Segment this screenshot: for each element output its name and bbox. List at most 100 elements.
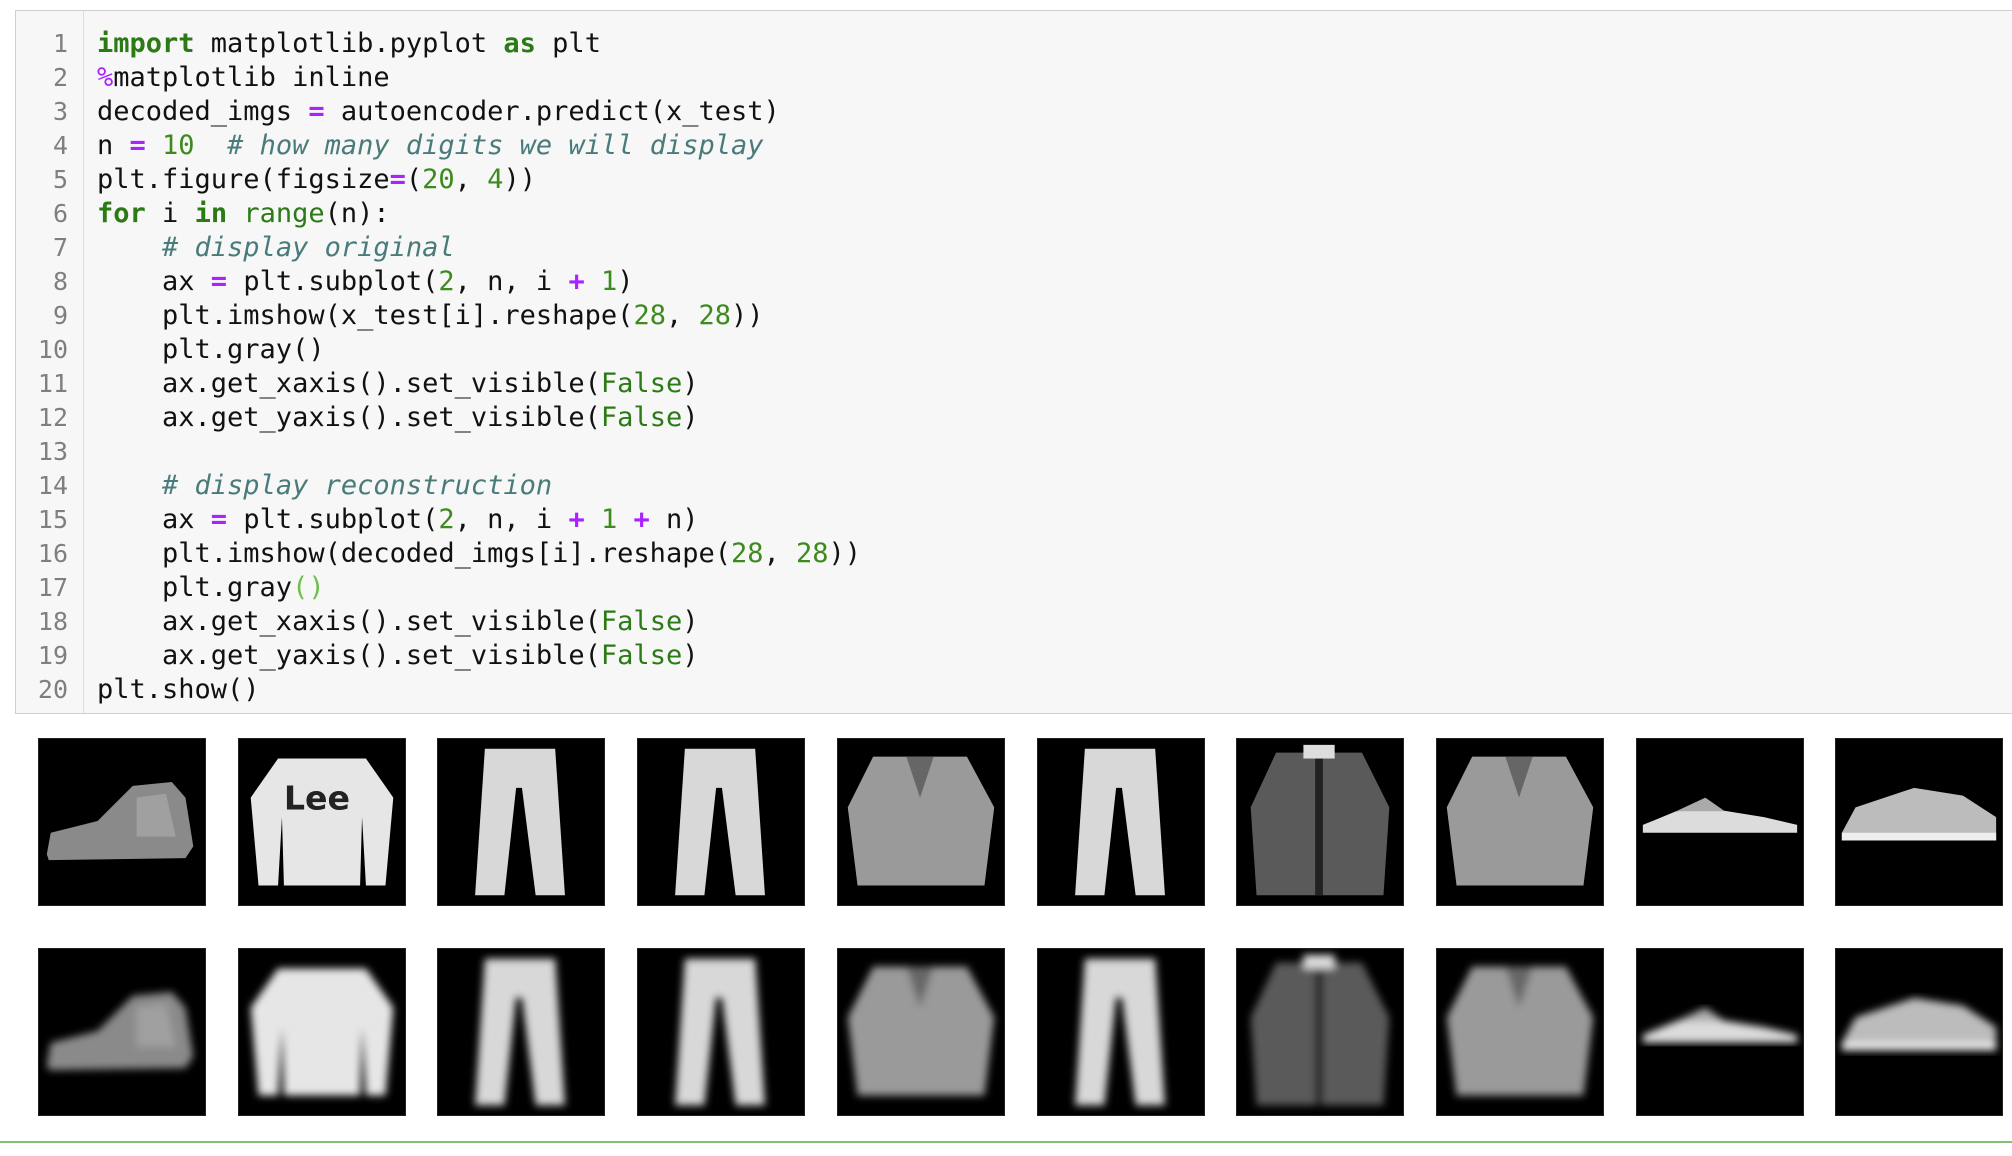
code-token: ): [682, 368, 699, 399]
line-number: 14: [37, 471, 68, 500]
original-image: [837, 738, 1005, 906]
original-image: Lee: [238, 738, 406, 906]
code-token: plt.figure(figsize: [97, 164, 390, 195]
code-token: plt.show(): [97, 674, 260, 705]
line-number: 15: [37, 505, 68, 534]
code-line: decoded_imgs = autoencoder.predict(x_tes…: [97, 95, 861, 129]
line-numbers: 1 2 3 4 5 6 7 8 9 10 11 12 13 14 15 16 17 18 19 20: [16, 27, 68, 707]
code-token: ax.get_xaxis().set_visible(: [97, 368, 601, 399]
line-number: 13: [37, 437, 68, 466]
code-token: +: [568, 266, 585, 297]
reconstructed-image: [1037, 948, 1205, 1116]
line-number: 11: [37, 369, 68, 398]
code-token: 20: [422, 164, 455, 195]
code-token: False: [600, 606, 683, 637]
code-line: ax.get_xaxis().set_visible(False): [97, 605, 861, 639]
code-token: plt.subplot(: [227, 504, 439, 535]
code-token: n): [649, 504, 699, 535]
code-token: plt.gray: [97, 572, 293, 603]
code-token: as: [503, 28, 536, 59]
code-line: # display original: [97, 231, 861, 265]
code-token: autoencoder.predict(x_test): [324, 96, 780, 127]
code-token: import: [97, 28, 195, 59]
cell-divider: [0, 1141, 2012, 1143]
code-token: =: [129, 130, 146, 161]
code-line: ax.get_yaxis().set_visible(False): [97, 401, 861, 435]
line-number: 19: [37, 641, 68, 670]
line-number-gutter: 1 2 3 4 5 6 7 8 9 10 11 12 13 14 15 16 17 18 19 20: [16, 11, 84, 713]
reconstructed-image: [1436, 948, 1604, 1116]
original-image: [437, 738, 605, 906]
code-line: ax = plt.subplot(2, n, i + 1 + n): [97, 503, 861, 537]
code-token: (n):: [324, 198, 390, 229]
code-cell[interactable]: 1 2 3 4 5 6 7 8 9 10 11 12 13 14 15 16 17 18 19 20 import m…: [15, 10, 2012, 714]
line-number: 2: [52, 63, 68, 92]
line-number: 8: [52, 267, 68, 296]
code-token: n: [97, 130, 130, 161]
code-token: range: [243, 198, 325, 229]
code-token: plt.imshow(decoded_imgs[i].reshape(: [97, 538, 731, 569]
code-token: # how many digits we will display: [227, 130, 764, 161]
code-token: False: [600, 368, 683, 399]
code-token: (: [405, 164, 423, 195]
code-token: (): [292, 572, 325, 603]
code-line: for i in range(n):: [97, 197, 861, 231]
code-token: ax: [97, 266, 211, 297]
reconstructed-image: [1835, 948, 2003, 1116]
code-editor[interactable]: import matplotlib.pyplot as plt %matplotl…: [97, 27, 861, 707]
line-number: 5: [52, 165, 68, 194]
code-token: 10: [162, 130, 195, 161]
line-number: 17: [37, 573, 68, 602]
code-token: ): [617, 266, 634, 297]
code-line: ax.get_yaxis().set_visible(False): [97, 639, 861, 673]
reconstructed-image: [837, 948, 1005, 1116]
code-token: plt: [535, 28, 601, 59]
code-line: plt.imshow(x_test[i].reshape(28, 28)): [97, 299, 861, 333]
code-token: i: [145, 198, 195, 229]
code-token: ax: [97, 504, 211, 535]
code-line: %matplotlib inline: [97, 61, 861, 95]
svg-text:Lee: Lee: [284, 778, 350, 817]
code-token: )): [503, 164, 536, 195]
code-token: ): [682, 606, 699, 637]
code-token: %: [97, 62, 114, 93]
code-token: 1: [600, 266, 618, 297]
code-token: ax.get_yaxis().set_visible(: [97, 640, 601, 671]
code-token: decoded_imgs: [97, 96, 309, 127]
line-number: 12: [37, 403, 68, 432]
code-token: , n, i: [454, 266, 569, 297]
code-line: import matplotlib.pyplot as plt: [97, 27, 861, 61]
code-token: matplotlib inline: [113, 62, 390, 93]
line-number: 10: [37, 335, 68, 364]
reconstructed-image: [437, 948, 605, 1116]
line-number: 20: [37, 675, 68, 704]
code-token: =: [389, 164, 406, 195]
code-token: =: [308, 96, 325, 127]
original-image: [1436, 738, 1604, 906]
original-image: [38, 738, 206, 906]
code-line: plt.gray(): [97, 333, 861, 367]
code-line: [97, 435, 861, 469]
code-line: plt.show(): [97, 673, 861, 707]
line-number: 9: [52, 301, 68, 330]
reconstructed-image: [637, 948, 805, 1116]
original-image: [1037, 738, 1205, 906]
reconstructed-image: [238, 948, 406, 1116]
original-image: [1636, 738, 1804, 906]
code-token: matplotlib.pyplot: [194, 28, 504, 59]
code-token: +: [633, 504, 650, 535]
code-line: plt.figure(figsize=(20, 4)): [97, 163, 861, 197]
line-number: 7: [52, 233, 68, 262]
line-number: 1: [52, 29, 68, 58]
line-number: 3: [52, 97, 68, 126]
code-token: ): [682, 640, 699, 671]
code-token: ,: [665, 300, 699, 331]
code-token: plt.subplot(: [227, 266, 439, 297]
